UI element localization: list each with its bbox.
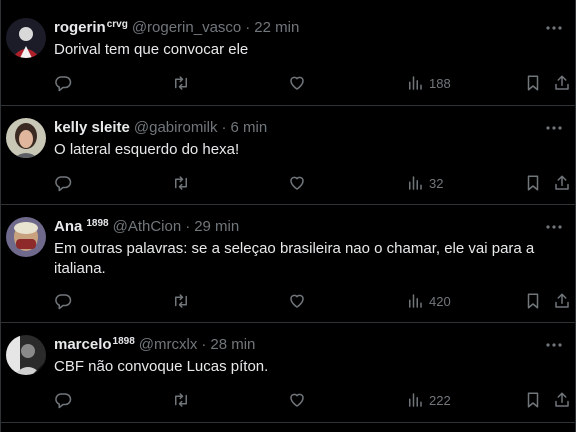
- display-name[interactable]: marcelo: [54, 336, 112, 353]
- views-icon: [409, 176, 422, 190]
- separator: ·: [185, 218, 191, 235]
- tweet[interactable]: Ana 1898 @AthCion · 29 min Em outras palavra…: [0, 205, 576, 323]
- avatar-image: [6, 217, 46, 257]
- like-icon[interactable]: [288, 291, 306, 311]
- timestamp[interactable]: 28 min: [210, 336, 255, 353]
- tweet-text: Dorival tem que convocar ele: [54, 41, 249, 58]
- retweet-icon[interactable]: [171, 390, 191, 410]
- views-button[interactable]: 188: [406, 73, 451, 93]
- views-icon: [409, 393, 422, 407]
- retweet-icon[interactable]: [171, 291, 191, 311]
- separator: ·: [221, 119, 227, 136]
- share-icon[interactable]: [553, 73, 571, 93]
- tweet-header: rogerincrvg @rogerin_vasco · 22 min: [54, 18, 299, 40]
- avatar-image: [6, 335, 46, 375]
- tweet[interactable]: rogerincrvg @rogerin_vasco · 22 min Dorival…: [0, 6, 576, 106]
- action-bar: 188: [54, 73, 576, 93]
- reply-icon[interactable]: [54, 73, 72, 93]
- user-handle[interactable]: @mrcxlx: [139, 336, 198, 353]
- action-bar: 32: [54, 173, 576, 193]
- bookmark-icon[interactable]: [524, 390, 542, 410]
- like-icon[interactable]: [288, 173, 306, 193]
- reply-icon[interactable]: [54, 390, 72, 410]
- bookmark-icon[interactable]: [524, 73, 542, 93]
- share-icon[interactable]: [553, 291, 571, 311]
- share-icon[interactable]: [553, 173, 571, 193]
- tweet-text: Em outras palavras: se a seleçao brasile…: [54, 240, 535, 277]
- timestamp[interactable]: 29 min: [194, 218, 239, 235]
- tweet-header: Ana 1898 @AthCion · 29 min: [54, 217, 239, 239]
- like-icon[interactable]: [288, 390, 306, 410]
- bookmark-icon[interactable]: [524, 291, 542, 311]
- separator: ·: [201, 336, 207, 353]
- retweet-icon[interactable]: [171, 173, 191, 193]
- timestamp[interactable]: 6 min: [230, 119, 267, 136]
- views-button[interactable]: 32: [406, 173, 443, 193]
- more-icon[interactable]: [544, 18, 564, 38]
- tweet-text: O lateral esquerdo do hexa!: [54, 141, 240, 158]
- more-icon[interactable]: [544, 217, 564, 237]
- display-name[interactable]: Ana: [54, 218, 82, 235]
- avatar-image: [6, 18, 46, 58]
- tweet[interactable]: marcelo1898 @mrcxlx · 28 min CBF não convoq…: [0, 323, 576, 423]
- retweet-icon[interactable]: [171, 73, 191, 93]
- display-name[interactable]: kelly sleite: [54, 119, 130, 136]
- tweet-header: kelly sleite @gabiromilk · 6 min: [54, 118, 267, 138]
- avatar-image: [6, 118, 46, 158]
- display-name[interactable]: rogerin: [54, 19, 106, 36]
- bookmark-icon[interactable]: [524, 173, 542, 193]
- separator: ·: [245, 19, 251, 36]
- avatar[interactable]: [6, 217, 46, 257]
- user-handle[interactable]: @AthCion: [113, 218, 182, 235]
- tweet-header: marcelo1898 @mrcxlx · 28 min: [54, 335, 255, 357]
- more-icon[interactable]: [544, 118, 564, 138]
- reply-icon[interactable]: [54, 291, 72, 311]
- reply-icon[interactable]: [54, 173, 72, 193]
- user-handle[interactable]: @rogerin_vasco: [132, 19, 241, 36]
- avatar[interactable]: [6, 18, 46, 58]
- avatar[interactable]: [6, 335, 46, 375]
- timestamp[interactable]: 22 min: [254, 19, 299, 36]
- views-icon: [409, 294, 422, 308]
- more-icon[interactable]: [544, 335, 564, 355]
- user-handle[interactable]: @gabiromilk: [134, 119, 218, 136]
- views-count: 188: [429, 75, 451, 91]
- name-badge: crvg: [106, 19, 128, 30]
- name-badge: 1898: [112, 336, 135, 347]
- views-count: 420: [429, 293, 451, 309]
- share-icon[interactable]: [553, 390, 571, 410]
- views-count: 222: [429, 392, 451, 408]
- views-icon: [409, 76, 422, 90]
- name-badge: 1898: [86, 218, 109, 229]
- action-bar: 222: [54, 390, 576, 410]
- views-count: 32: [429, 175, 444, 191]
- tweet[interactable]: kelly sleite @gabiromilk · 6 min O lateral …: [0, 106, 576, 205]
- tweet-text: CBF não convoque Lucas píton.: [54, 358, 269, 375]
- views-button[interactable]: 222: [406, 390, 451, 410]
- like-icon[interactable]: [288, 73, 306, 93]
- views-button[interactable]: 420: [406, 291, 451, 311]
- action-bar: 420: [54, 291, 576, 311]
- avatar[interactable]: [6, 118, 46, 158]
